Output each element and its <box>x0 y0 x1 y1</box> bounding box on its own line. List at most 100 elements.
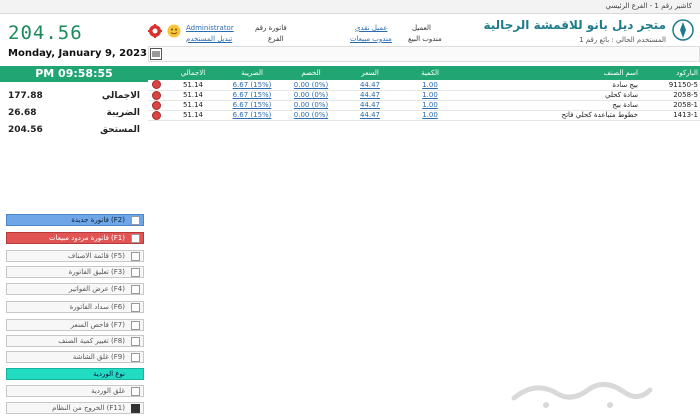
summary-tax-label: الضريبة <box>106 108 140 118</box>
cell-price[interactable]: 44.47 <box>340 90 400 101</box>
store-name: متجر ديل بانو للاقمشة الرجالية <box>483 18 667 32</box>
summary-total-label: الاجمالي <box>101 91 140 101</box>
store-logo-icon <box>672 19 694 41</box>
col-barcode: الباركود <box>676 69 698 77</box>
new-invoice-label: (F2) فاتورة جديدة <box>71 216 125 224</box>
col-total: الاجمالي <box>180 69 206 77</box>
table-row[interactable]: 51.14 6.67 (15%) 0.00 (0%) 44.47 1.00 خط… <box>148 110 700 121</box>
cell-qty[interactable]: 1.00 <box>400 110 460 121</box>
price-checker-button[interactable]: (F7) فاحص السعر <box>6 319 144 331</box>
window-title: كاشير رقم 1 - الفرع الرئيسي <box>605 2 692 10</box>
shift-type-button[interactable]: نوع الوردية <box>6 368 144 380</box>
cell-total: 51.14 <box>164 90 222 101</box>
delete-row-icon[interactable] <box>151 110 161 120</box>
summary-total-value: 177.88 <box>8 91 43 101</box>
cell-total: 51.14 <box>164 100 222 111</box>
price-checker-label: (F7) فاحص السعر <box>70 321 125 329</box>
cell-name: بيج سادة <box>460 80 640 91</box>
table-row[interactable]: 51.14 6.67 (15%) 0.00 (0%) 44.47 1.00 سا… <box>148 100 700 111</box>
haraj-watermark <box>511 382 653 408</box>
new-invoice-icon <box>131 216 140 225</box>
lock-screen-label: (F9) غلق الشاشة <box>72 353 125 361</box>
total-display: 204.56 <box>8 22 83 44</box>
sales-return-button[interactable]: (F1) فاتورة مردود مبيعات <box>6 232 144 244</box>
col-price: السعر <box>361 69 379 77</box>
delete-row-icon[interactable] <box>151 80 161 90</box>
col-discount: الخصم <box>301 69 321 77</box>
user-face-icon <box>167 24 181 38</box>
close-shift-label: غلق الوردية <box>91 387 125 395</box>
barcode-search-input[interactable] <box>148 46 700 62</box>
delete-row-icon[interactable] <box>151 90 161 100</box>
change-user-link[interactable]: تبديل المستخدم <box>186 35 232 43</box>
pay-invoice-button[interactable]: (F6) سداد الفاتورة <box>6 301 144 313</box>
cell-qty[interactable]: 1.00 <box>400 80 460 91</box>
cell-tax[interactable]: 6.67 (15%) <box>222 110 282 121</box>
cell-barcode: 91150-5 <box>640 80 700 91</box>
pay-invoice-icon <box>131 303 140 312</box>
view-invoices-button[interactable]: (F4) عرض الفواتير <box>6 283 144 295</box>
sales-return-icon <box>131 234 140 243</box>
invoice-number-label: فاتورة رقم <box>255 24 287 32</box>
customer-link[interactable]: عميل نقدي <box>355 24 388 32</box>
pay-invoice-label: (F6) سداد الفاتورة <box>69 303 125 311</box>
delete-column-header <box>148 66 164 80</box>
delete-row-icon[interactable] <box>151 100 161 110</box>
view-invoices-icon <box>131 285 140 294</box>
cell-price[interactable]: 44.47 <box>340 110 400 121</box>
title-bar: كاشير رقم 1 - الفرع الرئيسي <box>0 0 700 14</box>
table-row[interactable]: 51.14 6.67 (15%) 0.00 (0%) 44.47 1.00 سا… <box>148 90 700 101</box>
cell-qty[interactable]: 1.00 <box>400 100 460 111</box>
exit-door-icon <box>131 404 140 413</box>
cell-name: سادة بيج <box>460 100 640 111</box>
cell-name: سادة كحلي <box>460 90 640 101</box>
gear-icon[interactable] <box>148 24 162 38</box>
cell-barcode: 1413-1 <box>640 110 700 121</box>
suspend-invoice-label: (F3) تعليق الفاتورة <box>68 268 125 276</box>
date-display: Monday, January 9, 2023 <box>8 48 148 59</box>
suspend-invoice-button[interactable]: (F3) تعليق الفاتورة <box>6 266 144 278</box>
current-user: المستخدم الحالي : بائع رقم 1 <box>579 36 666 44</box>
col-name: اسم الصنف <box>603 69 638 77</box>
table-row[interactable]: 51.14 6.67 (15%) 0.00 (0%) 44.47 1.00 بي… <box>148 80 700 91</box>
invoice-items-table: الاجمالي الضريبة الخصم السعر الكمية اسم … <box>148 66 700 121</box>
cell-price[interactable]: 44.47 <box>340 80 400 91</box>
sales-rep-link[interactable]: مندوب مبيعات <box>350 35 392 43</box>
cell-discount[interactable]: 0.00 (0%) <box>282 90 340 101</box>
items-list-button[interactable]: (F5) قائمة الاصناف <box>6 250 144 262</box>
summary-due-row: 204.56 المستحق <box>8 125 140 139</box>
cell-discount[interactable]: 0.00 (0%) <box>282 110 340 121</box>
username-link[interactable]: Administrator <box>186 24 234 32</box>
col-qty: الكمية <box>421 69 439 77</box>
col-tax: الضريبة <box>241 69 263 77</box>
lock-screen-button[interactable]: (F9) غلق الشاشة <box>6 351 144 363</box>
cell-tax[interactable]: 6.67 (15%) <box>222 80 282 91</box>
change-quantity-label: (F8) تغيير كمية الصنف <box>58 337 125 345</box>
summary-tax-value: 26.68 <box>8 108 37 118</box>
cell-tax[interactable]: 6.67 (15%) <box>222 90 282 101</box>
change-quantity-button[interactable]: (F8) تغيير كمية الصنف <box>6 335 144 347</box>
clock-bar: PM 09:58:55 <box>0 66 148 82</box>
sales-rep-label: مندوب البيع <box>408 35 442 43</box>
new-invoice-button[interactable]: (F2) فاتورة جديدة <box>6 214 144 226</box>
lock-screen-icon <box>131 353 140 362</box>
cell-total: 51.14 <box>164 110 222 121</box>
shift-type-label: نوع الوردية <box>93 370 125 378</box>
cell-total: 51.14 <box>164 80 222 91</box>
cell-discount[interactable]: 0.00 (0%) <box>282 80 340 91</box>
cell-qty[interactable]: 1.00 <box>400 90 460 101</box>
cell-name: خطوط متباعدة كحلي فاتح <box>460 110 640 121</box>
items-list-label: (F5) قائمة الاصناف <box>67 252 125 260</box>
close-shift-button[interactable]: غلق الوردية <box>6 385 144 397</box>
exit-system-button[interactable]: (F11) الخروج من النظام <box>6 402 144 414</box>
barcode-scan-icon[interactable] <box>150 48 162 60</box>
cell-tax[interactable]: 6.67 (15%) <box>222 100 282 111</box>
cell-discount[interactable]: 0.00 (0%) <box>282 100 340 111</box>
summary-due-label: المستحق <box>100 125 140 135</box>
cell-price[interactable]: 44.47 <box>340 100 400 111</box>
close-shift-icon <box>131 387 140 396</box>
items-list-icon <box>131 252 140 261</box>
suspend-invoice-icon <box>131 268 140 277</box>
sales-return-label: (F1) فاتورة مردود مبيعات <box>48 234 125 242</box>
table-header-row: الاجمالي الضريبة الخصم السعر الكمية اسم … <box>148 66 700 80</box>
